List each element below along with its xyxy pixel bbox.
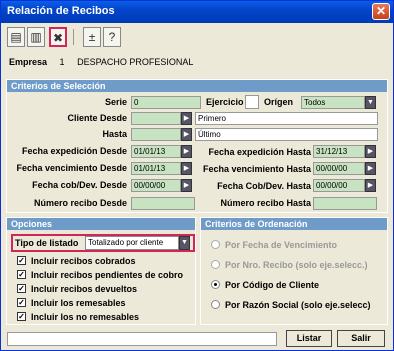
incluir-devueltos-label: Incluir recibos devueltos [31, 284, 138, 294]
opciones-panel: Opciones Tipo de listado Totalizado por … [6, 217, 196, 325]
fecha-exp-desde-calendar-icon[interactable]: ▶ [181, 145, 192, 158]
close-button[interactable]: ✕ [372, 3, 390, 20]
fecha-cob-hasta-calendar-icon[interactable]: ▶ [365, 179, 376, 192]
ordenacion-panel: Criterios de Ordenación Por Fecha de Ven… [200, 217, 388, 325]
title-bar: Relación de Recibos ✕ [1, 1, 393, 23]
criterios-panel: Criterios de Selección Serie 0 Ejercicio… [6, 79, 388, 213]
origen-dropdown-icon[interactable]: ▼ [365, 96, 376, 109]
fecha-cob-hasta-input[interactable]: 00/00/00 [313, 179, 365, 192]
num-recibo-hasta-label: Número recibo Hasta [220, 198, 311, 208]
orden-codigo-cliente-label: Por Código de Cliente [225, 280, 320, 290]
num-recibo-desde-input[interactable] [131, 197, 195, 210]
orden-nro-recibo-label: Por Nro. Recibo (solo eje.selecc.) [225, 260, 368, 270]
incluir-cobrados-label: Incluir recibos cobrados [31, 256, 136, 266]
print-icon[interactable]: ▤ [7, 27, 25, 47]
fecha-exp-hasta-label: Fecha expedición Hasta [208, 147, 311, 157]
fecha-cob-hasta-label: Fecha Cob/Dev. Hasta [217, 181, 311, 191]
cliente-hasta-name: Último [195, 128, 378, 141]
fecha-exp-hasta-input[interactable]: 31/12/13 [313, 145, 365, 158]
incluir-pendientes-checkbox[interactable]: ✓ [17, 270, 26, 279]
fecha-cob-desde-label: Fecha cob/Dev. Desde [32, 180, 127, 190]
fecha-venc-hasta-label: Fecha vencimiento Hasta [202, 164, 311, 174]
fecha-venc-desde-input[interactable]: 01/01/13 [131, 162, 181, 175]
origen-label: Orígen [264, 97, 294, 107]
tipo-listado-dropdown-icon[interactable]: ▼ [179, 236, 190, 250]
relacion-recibos-window: Relación de Recibos ✕ ▤ ▥ ✖ ± ? Empresa … [0, 0, 394, 351]
cliente-desde-lookup-icon[interactable]: ▶ [181, 112, 192, 125]
orden-fecha-vencimiento-radio[interactable] [211, 240, 220, 249]
tipo-listado-select[interactable]: Totalizado por cliente [85, 236, 179, 250]
toolbar: ▤ ▥ ✖ ± ? [5, 27, 391, 49]
serie-input[interactable]: 0 [131, 96, 201, 109]
incluir-remesables-label: Incluir los remesables [31, 298, 126, 308]
empresa-label: Empresa [9, 57, 48, 67]
incluir-devueltos-checkbox[interactable]: ✓ [17, 284, 26, 293]
serie-label: Serie [104, 97, 127, 107]
tipo-listado-label: Tipo de listado [15, 238, 79, 248]
empresa-name: DESPACHO PROFESIONAL [77, 57, 194, 67]
fecha-cob-desde-input[interactable]: 00/00/00 [131, 179, 181, 192]
incluir-pendientes-label: Incluir recibos pendientes de cobro [31, 270, 184, 280]
ejercicio-label: Ejercicio [206, 97, 244, 107]
fecha-cob-desde-calendar-icon[interactable]: ▶ [181, 179, 192, 192]
cliente-hasta-lookup-icon[interactable]: ▶ [181, 128, 192, 141]
fecha-venc-desde-label: Fecha vencimiento Desde [16, 163, 127, 173]
tools-icon[interactable]: ✖ [49, 27, 67, 47]
num-recibo-hasta-input[interactable] [313, 197, 377, 210]
window-title: Relación de Recibos [7, 5, 115, 17]
num-recibo-desde-label: Número recibo Desde [33, 198, 127, 208]
ordenacion-title: Criterios de Ordenación [201, 218, 387, 230]
salir-button[interactable]: Salir [337, 330, 385, 347]
listar-button[interactable]: Listar [286, 330, 332, 347]
preview-icon[interactable]: ▥ [27, 27, 45, 47]
fecha-venc-hasta-input[interactable]: 00/00/00 [313, 162, 365, 175]
incluir-no-remesables-label: Incluir los no remesables [31, 312, 140, 322]
cliente-desde-label: Cliente Desde [67, 113, 127, 123]
add-icon[interactable]: ± [83, 27, 101, 47]
fecha-exp-hasta-calendar-icon[interactable]: ▶ [365, 145, 376, 158]
empresa-code: 1 [59, 57, 65, 67]
ejercicio-input[interactable] [245, 95, 259, 109]
origen-select[interactable]: Todos [301, 96, 365, 109]
cliente-hasta-code[interactable] [131, 128, 181, 141]
orden-razon-social-label: Por Razón Social (solo eje.selecc) [225, 300, 371, 310]
cliente-desde-name: Primero [195, 112, 378, 125]
toolbar-separator [73, 29, 74, 45]
fecha-venc-desde-calendar-icon[interactable]: ▶ [181, 162, 192, 175]
orden-razon-social-radio[interactable] [211, 300, 220, 309]
orden-fecha-vencimiento-label: Por Fecha de Vencimiento [225, 240, 338, 250]
status-bar [7, 332, 277, 346]
cliente-desde-code[interactable] [131, 112, 181, 125]
fecha-exp-desde-label: Fecha expedición Desde [21, 146, 127, 156]
orden-nro-recibo-radio[interactable] [211, 260, 220, 269]
hasta-label: Hasta [102, 129, 127, 139]
incluir-remesables-checkbox[interactable]: ✓ [17, 298, 26, 307]
criterios-title: Criterios de Selección [7, 80, 387, 92]
incluir-no-remesables-checkbox[interactable]: ✓ [17, 312, 26, 321]
fecha-venc-hasta-calendar-icon[interactable]: ▶ [365, 162, 376, 175]
incluir-cobrados-checkbox[interactable]: ✓ [17, 256, 26, 265]
orden-codigo-cliente-radio[interactable] [211, 280, 220, 289]
help-icon[interactable]: ? [103, 27, 121, 47]
opciones-title: Opciones [7, 218, 195, 230]
fecha-exp-desde-input[interactable]: 01/01/13 [131, 145, 181, 158]
empresa-info: Empresa 1 DESPACHO PROFESIONAL [9, 57, 193, 67]
